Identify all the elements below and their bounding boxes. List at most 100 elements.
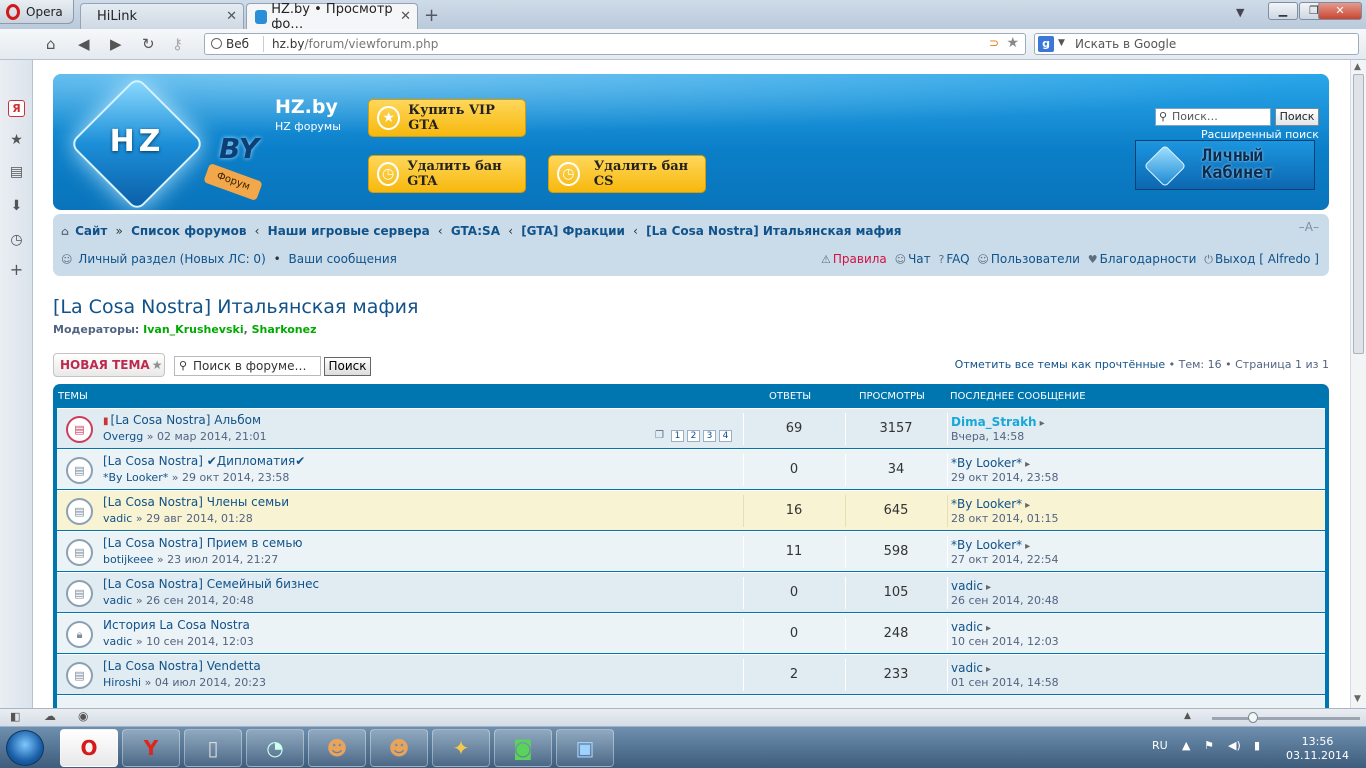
view-latest-post-icon[interactable]: ▸ [1040,418,1045,429]
last-post-user-link[interactable]: *By Looker* [951,497,1022,511]
address-url[interactable]: hz.by/forum/viewforum.php [272,37,438,51]
personal-cabinet-button[interactable]: Личный Кабинет [1135,140,1315,190]
header-search-input[interactable]: ⚲ Поиск… [1155,108,1271,126]
qip-taskbar-icon[interactable]: ◙ [494,729,552,767]
topic-author-link[interactable]: vadic [103,512,132,525]
breadcrumb-game-servers[interactable]: Наши игровые сервера [268,224,430,238]
last-post-user-link[interactable]: vadic [951,620,983,634]
start-button[interactable] [6,730,44,766]
view-latest-post-icon[interactable]: ▸ [986,664,991,675]
rss-icon[interactable]: ⊃ [989,36,999,50]
scrollbar-thumb[interactable] [1353,74,1364,354]
device-taskbar-icon[interactable]: ▯ [184,729,242,767]
scroll-down-icon[interactable]: ▼ [1354,694,1361,704]
close-tab-icon[interactable]: ✕ [226,9,237,24]
topic-title-link[interactable]: История La Cosa Nostra [103,618,250,632]
topic-title-link[interactable]: [La Cosa Nostra] Семейный бизнес [103,577,319,591]
breadcrumb-current-forum[interactable]: [La Cosa Nostra] Итальянская мафия [646,224,901,238]
downloads-icon[interactable]: ⬇ [8,198,25,215]
remove-ban-cs-button[interactable]: ◷ Удалить бан CS [548,155,706,193]
tray-chevron-icon[interactable]: ▲ [1182,739,1190,752]
header-search-button[interactable]: Поиск [1275,108,1319,126]
topic-author-link[interactable]: vadic [103,594,132,607]
reload-icon[interactable]: ↻ [142,35,155,53]
google-icon[interactable]: g [1038,36,1054,52]
last-post-user-link[interactable]: *By Looker* [951,456,1022,470]
tab-hz-forum[interactable]: HZ.by • Просмотр фо… ✕ [246,2,418,32]
scroll-up-icon[interactable]: ▲ [1354,62,1361,72]
counter-strike-taskbar-icon[interactable]: ✦ [432,729,490,767]
page-scrollbar[interactable]: ▲ ▼ [1350,60,1366,708]
forum-search-input[interactable]: ⚲ Поиск в форуме… [174,356,321,376]
topic-title-link[interactable]: [La Cosa Nostra] Vendetta [103,659,261,673]
last-post-user-link[interactable]: vadic [951,579,983,593]
view-options-icon[interactable]: ▲ [1184,711,1191,721]
chat-link[interactable]: Чат [908,252,931,266]
logout-link[interactable]: Выход [ Alfredo ] [1215,252,1319,266]
users-link[interactable]: Пользователи [991,252,1080,266]
samp-taskbar-icon[interactable]: ☻ [370,729,428,767]
topic-title-link[interactable]: [La Cosa Nostra] Прием в семью [103,536,303,550]
topic-title-link[interactable]: [La Cosa Nostra] Альбом [111,413,261,427]
faq-link[interactable]: FAQ [946,252,969,266]
new-tab-icon[interactable]: + [424,5,439,26]
network-icon[interactable]: ▮ [1254,739,1260,752]
google-search-field[interactable]: g ▼ Искать в Google [1034,33,1359,55]
view-latest-post-icon[interactable]: ▸ [1025,459,1030,470]
moderator-link[interactable]: Sharkonez [252,323,317,336]
game-taskbar-icon[interactable]: ☻ [308,729,366,767]
page-link[interactable]: 1 [671,430,684,442]
mark-read-link[interactable]: Отметить все темы как прочтённые [955,358,1165,371]
page-link[interactable]: 2 [687,430,700,442]
last-post-user-link[interactable]: vadic [951,661,983,675]
forward-icon[interactable]: ▶ [110,35,122,53]
close-window-button[interactable]: ✕ [1318,2,1362,20]
forum-search-button[interactable]: Поиск [324,357,371,376]
view-latest-post-icon[interactable]: ▸ [1025,541,1030,552]
flag-icon[interactable]: ⚑ [1204,739,1214,752]
yandex-taskbar-icon[interactable]: Y [122,729,180,767]
view-latest-post-icon[interactable]: ▸ [986,582,991,593]
breadcrumb-site[interactable]: Сайт [75,224,107,238]
topic-title-link[interactable]: [La Cosa Nostra] Члены семьи [103,495,289,509]
zoom-slider[interactable] [1212,717,1360,720]
history-clock-icon[interactable]: ◷ [8,232,25,249]
page-link[interactable]: 4 [719,430,732,442]
buy-vip-gta-button[interactable]: ★ Купить VIP GTA [368,99,526,137]
opera-taskbar-icon[interactable]: O [60,729,118,767]
breadcrumb-forum-list[interactable]: Список форумов [131,224,246,238]
your-posts-link[interactable]: Ваши сообщения [288,252,396,266]
new-topic-button[interactable]: НОВАЯ ТЕМА ★ [53,353,165,377]
teamspeak-taskbar-icon[interactable]: ◔ [246,729,304,767]
system-clock[interactable]: 13:56 03.11.2014 [1286,735,1349,763]
remove-ban-gta-button[interactable]: ◷ Удалить бан GTA [368,155,526,193]
last-post-user-link[interactable]: Dima_Strakh [951,415,1037,429]
home-icon[interactable]: ⌂ [46,35,56,53]
topic-author-link[interactable]: botijkeee [103,553,153,566]
view-latest-post-icon[interactable]: ▸ [986,623,991,634]
notes-icon[interactable]: ▤ [8,164,25,181]
turbo-icon[interactable]: ◉ [78,709,88,723]
topic-author-link[interactable]: Overgg [103,430,143,443]
key-icon[interactable]: ⚷ [172,35,183,53]
opera-menu-button[interactable]: Opera [0,0,74,24]
tab-hilink[interactable]: HiLink ✕ [80,3,244,29]
close-tab-icon[interactable]: ✕ [400,9,411,24]
topic-author-link[interactable]: *By Looker* [103,471,168,484]
minimize-button[interactable]: ▁ [1268,2,1298,20]
view-latest-post-icon[interactable]: ▸ [1025,500,1030,511]
breadcrumb-gtasa[interactable]: GTA:SA [451,224,500,238]
site-name[interactable]: HZ.by [275,96,338,118]
bookmark-star-icon[interactable]: ★ [1006,35,1019,51]
private-messages-link[interactable]: Личный раздел (Новых ЛС: 0) [78,252,265,266]
panel-toggle-icon[interactable]: ◧ [10,710,20,723]
topic-author-link[interactable]: Hiroshi [103,676,141,689]
topic-title-link[interactable]: [La Cosa Nostra] ✔Дипломатия✔ [103,454,305,468]
thanks-link[interactable]: Благодарности [1100,252,1197,266]
bookmarks-star-icon[interactable]: ★ [8,132,25,149]
zoom-slider-handle[interactable] [1248,712,1258,723]
image-viewer-taskbar-icon[interactable]: ▣ [556,729,614,767]
add-panel-icon[interactable]: + [8,260,25,279]
moderator-link[interactable]: Ivan_Krushevski [143,323,243,336]
language-indicator[interactable]: RU [1152,739,1168,752]
